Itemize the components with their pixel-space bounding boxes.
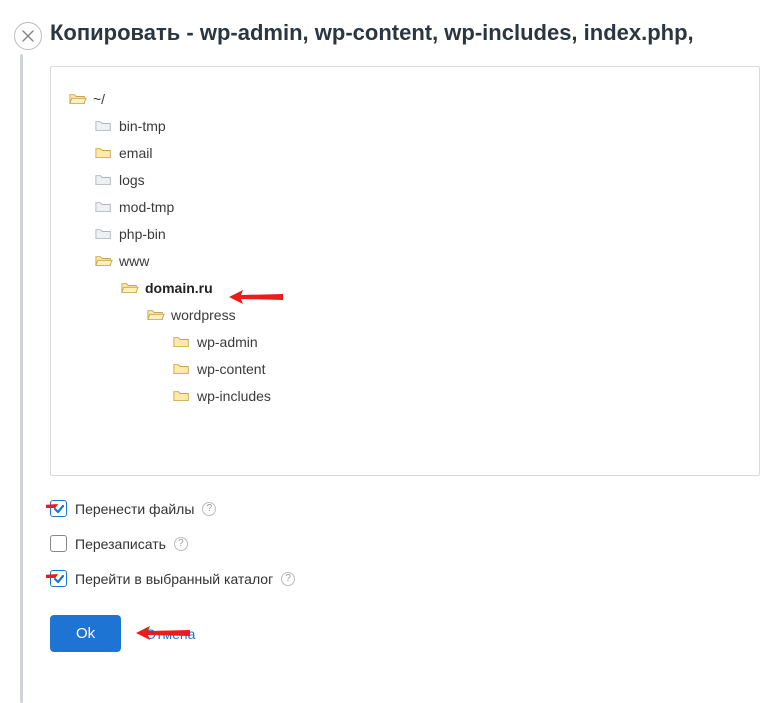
tree-node-domain[interactable]: domain.ru [65,274,745,301]
checkbox-label: Перенести файлы [75,501,194,517]
help-icon[interactable]: ? [281,572,295,586]
tree-node-label: wordpress [171,307,236,323]
tree-node-label: mod-tmp [119,199,174,215]
checkbox-row-move-files: Перенести файлы ? [50,500,764,517]
tree-node-label: domain.ru [145,280,213,296]
ok-button[interactable]: Ok [50,615,121,652]
folder-closed-icon [173,389,191,403]
folder-closed-icon [173,335,191,349]
checkbox-go-to-dir[interactable] [50,570,67,587]
copy-dialog: Копировать - wp-admin, wp-content, wp-in… [50,20,764,652]
check-icon [53,503,65,515]
folder-open-icon [121,281,139,295]
tree-node-wp-admin[interactable]: wp-admin [65,328,745,355]
options-section: Перенести файлы ? Перезаписать ? Перейти… [50,500,764,652]
folder-closed-icon [95,200,113,214]
panel-left-edge [20,54,23,703]
tree-node-label: wp-includes [197,388,271,404]
checkbox-row-go-to-dir: Перейти в выбранный каталог ? [50,570,764,587]
tree-node-label: wp-admin [197,334,258,350]
checkbox-row-overwrite: Перезаписать ? [50,535,764,552]
close-button[interactable] [14,22,42,50]
tree-node-root[interactable]: ~/ [65,85,745,112]
cancel-button[interactable]: Отмена [141,622,199,646]
checkbox-move-files[interactable] [50,500,67,517]
tree-node-label: wp-content [197,361,265,377]
tree-node-logs[interactable]: logs [65,166,745,193]
folder-closed-icon [95,119,113,133]
close-icon [22,30,34,42]
check-icon [53,573,65,585]
dialog-actions: Ok Отмена [50,615,764,652]
directory-tree: ~/ bin-tmp email logs mod-tmp php-bin ww… [50,66,760,476]
folder-open-icon [69,92,87,106]
tree-node-label: www [119,253,149,269]
folder-closed-icon [95,227,113,241]
folder-open-icon [147,308,165,322]
checkbox-label: Перейти в выбранный каталог [75,571,273,587]
checkbox-label: Перезаписать [75,536,166,552]
checkbox-overwrite[interactable] [50,535,67,552]
help-icon[interactable]: ? [202,502,216,516]
tree-node-label: email [119,145,152,161]
tree-node-wordpress[interactable]: wordpress [65,301,745,328]
tree-node-label: logs [119,172,145,188]
help-icon[interactable]: ? [174,537,188,551]
tree-node-php-bin[interactable]: php-bin [65,220,745,247]
folder-open-icon [95,254,113,268]
tree-node-label: php-bin [119,226,166,242]
tree-node-email[interactable]: email [65,139,745,166]
tree-node-mod-tmp[interactable]: mod-tmp [65,193,745,220]
folder-closed-icon [95,173,113,187]
dialog-title: Копировать - wp-admin, wp-content, wp-in… [50,20,764,46]
tree-node-label: bin-tmp [119,118,166,134]
tree-node-label: ~/ [93,91,105,107]
tree-node-wp-includes[interactable]: wp-includes [65,382,745,409]
tree-node-www[interactable]: www [65,247,745,274]
tree-node-bin-tmp[interactable]: bin-tmp [65,112,745,139]
folder-closed-icon [95,146,113,160]
tree-node-wp-content[interactable]: wp-content [65,355,745,382]
folder-closed-icon [173,362,191,376]
